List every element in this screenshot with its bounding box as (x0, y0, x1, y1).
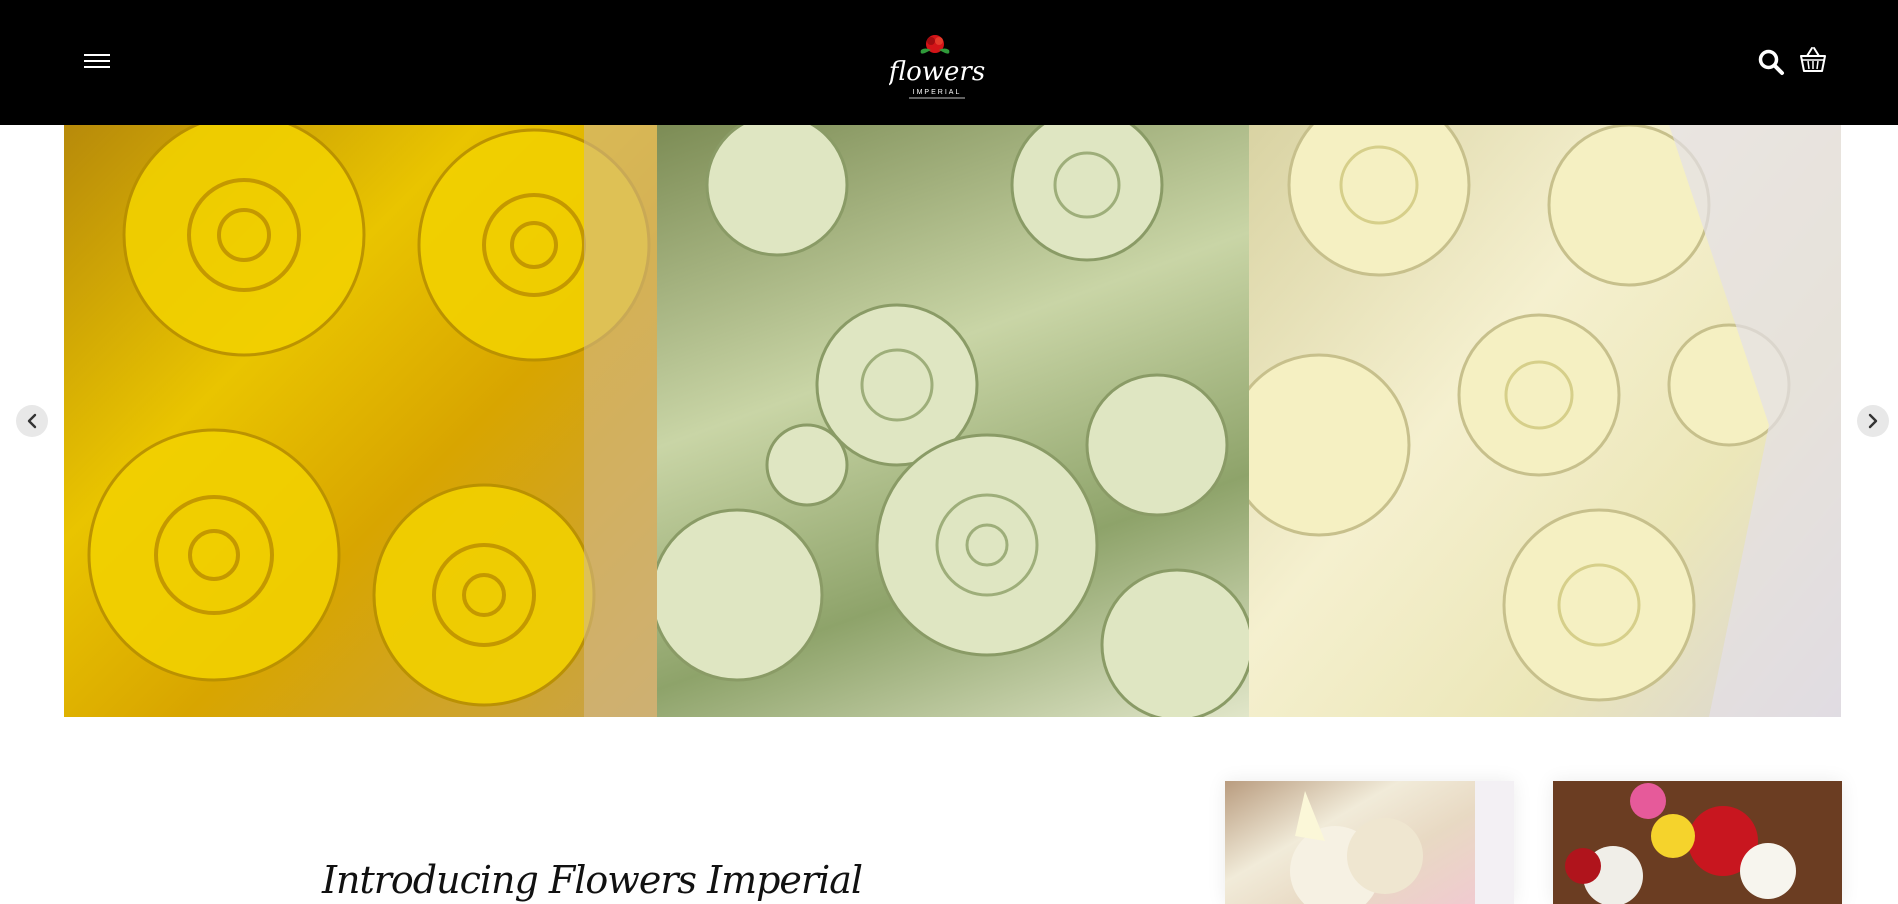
chevron-left-icon (27, 413, 37, 429)
flowers-imperial-logo: flowers IMPERIAL (887, 35, 985, 99)
product-image (1290, 781, 1514, 904)
logo[interactable]: flowers IMPERIAL (887, 30, 985, 102)
basket-icon[interactable] (1798, 44, 1828, 74)
product-card-mixed-arrangement[interactable] (1553, 781, 1842, 904)
slide-green-white-roses (657, 125, 1249, 717)
hamburger-icon[interactable] (84, 52, 110, 70)
image-slider[interactable] (64, 125, 1841, 717)
logo-subtext: IMPERIAL (913, 89, 962, 96)
site-header: flowers IMPERIAL (0, 0, 1898, 125)
product-image (1553, 781, 1842, 904)
slide-cream-roses (1249, 125, 1841, 717)
slider-prev-button[interactable] (16, 405, 48, 437)
slider-next-button[interactable] (1857, 405, 1889, 437)
slide-yellow-roses (64, 125, 657, 717)
intro-heading: Introducing Flowers Imperial (322, 858, 863, 902)
logo-text: flowers (889, 57, 985, 87)
chevron-right-icon (1868, 413, 1878, 429)
search-icon[interactable] (1757, 48, 1785, 76)
product-card-white-bouquet[interactable] (1225, 781, 1514, 904)
